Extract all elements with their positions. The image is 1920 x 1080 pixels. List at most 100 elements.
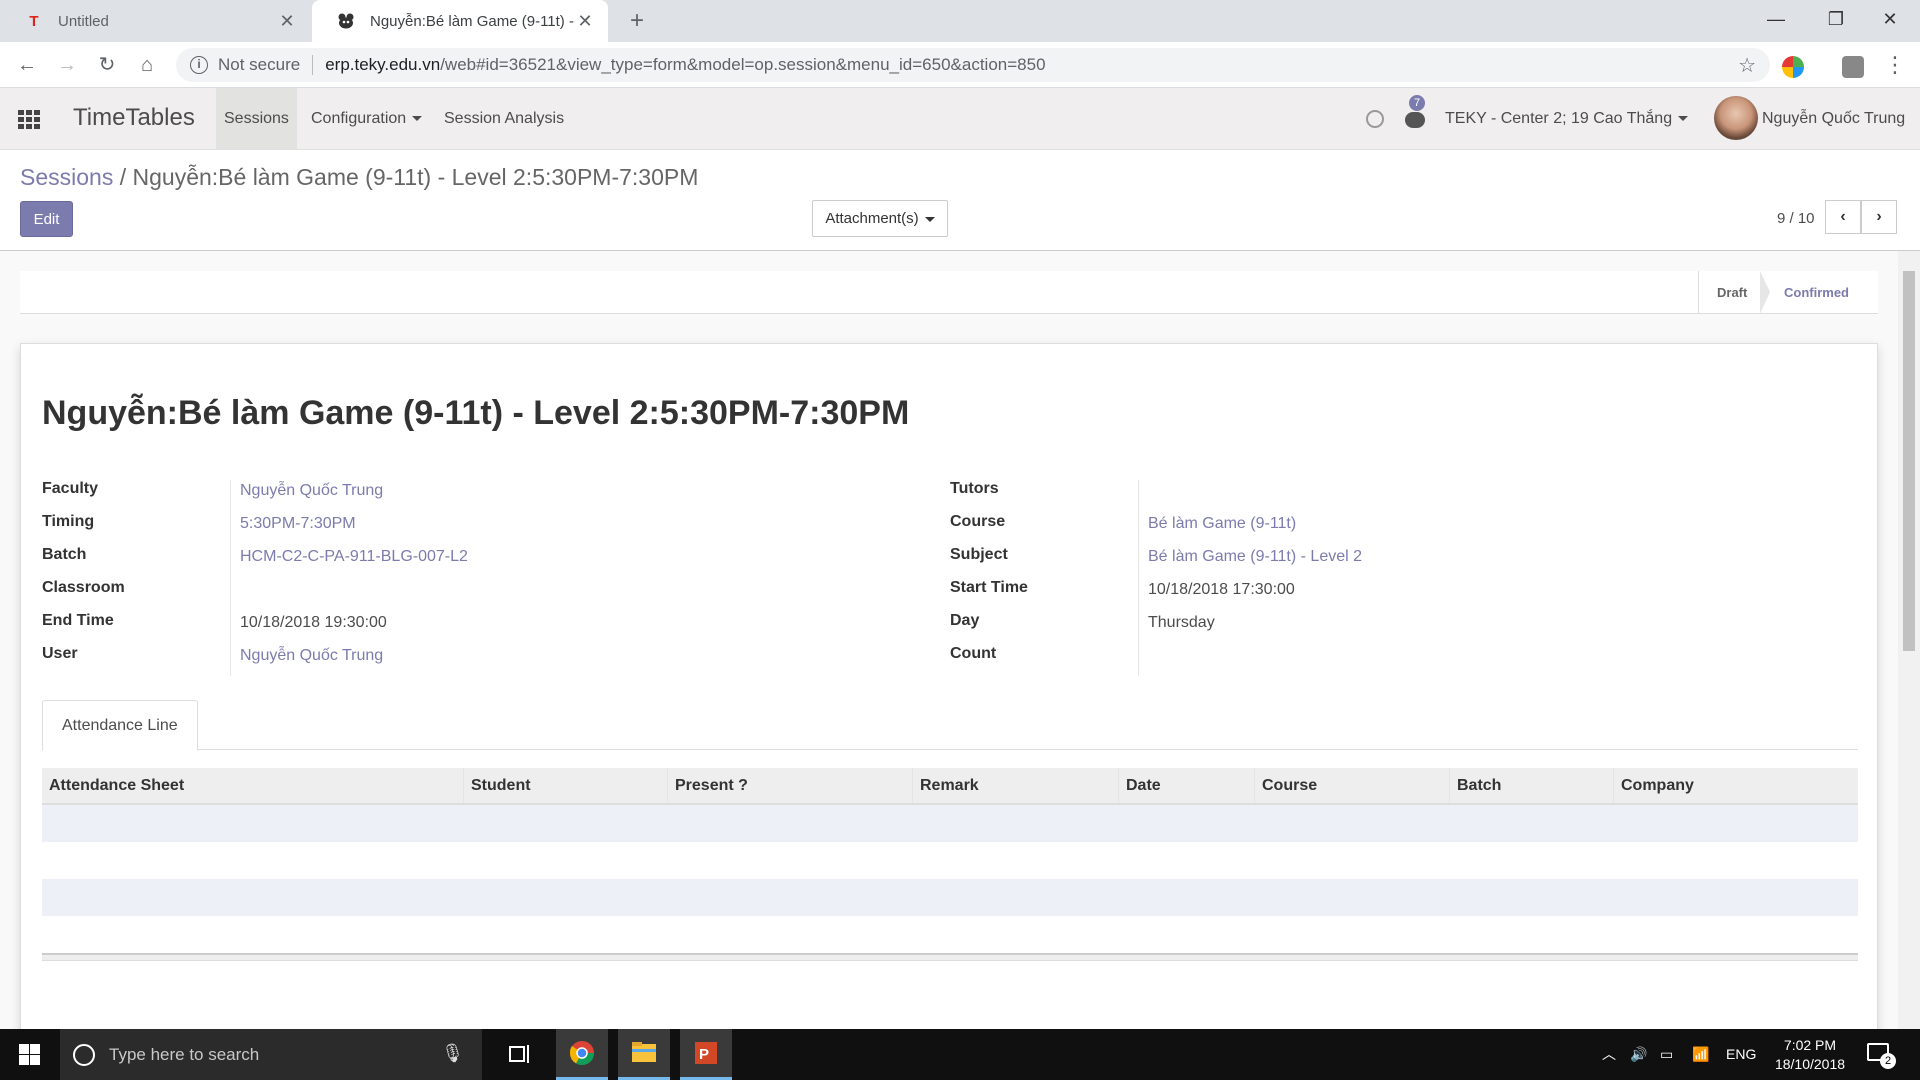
tab-attendance-line[interactable]: Attendance Line [42,700,198,751]
faculty-link[interactable]: Nguyễn Quốc Trung [240,482,383,500]
start-time-value: 10/18/2018 17:30:00 [1148,581,1295,598]
table-row [42,916,1858,953]
teky-favicon-icon: T [29,12,39,30]
browser-tab-session[interactable]: Nguyễn:Bé làm Game (9-11t) - Le ✕ [312,0,608,42]
odoo-navbar: TimeTables Sessions Configuration Sessio… [0,88,1920,150]
field-label: Faculty [42,480,99,497]
field-course: Course Bé làm Game (9-11t) [950,513,1850,546]
timing-link[interactable]: 5:30PM-7:30PM [240,515,356,533]
profile-extension-icon[interactable] [1842,56,1864,78]
info-icon[interactable]: i [190,56,208,74]
search-placeholder: Type here to search [109,1044,260,1064]
course-link[interactable]: Bé làm Game (9-11t) [1148,515,1296,533]
field-end-time: End Time 10/18/2018 19:30:00 [42,612,942,645]
powerpoint-icon[interactable]: P [680,1029,732,1080]
apps-grid-icon[interactable] [18,110,40,129]
end-time-value: 10/18/2018 19:30:00 [240,614,387,631]
breadcrumb-current: Nguyễn:Bé làm Game (9-11t) - Level 2:5:3… [132,164,699,190]
close-tab-icon[interactable]: ✕ [574,11,596,32]
column-company[interactable]: Company [1613,768,1858,803]
menu-dots-icon[interactable]: ⋮ [1880,50,1910,80]
column-batch[interactable]: Batch [1449,768,1613,803]
company-switcher[interactable]: TEKY - Center 2; 19 Cao Thắng [1445,88,1689,149]
column-remark[interactable]: Remark [912,768,1118,803]
tab-title: Untitled [58,12,109,30]
vertical-scrollbar[interactable] [1898,251,1920,1029]
user-name[interactable]: Nguyễn Quốc Trung [1762,88,1905,149]
breadcrumb-separator: / [119,164,127,190]
pager-value[interactable]: 9 / 10 [1777,210,1815,227]
bookmark-star-icon[interactable]: ☆ [1738,53,1756,78]
battery-icon[interactable]: ▭ [1660,1029,1673,1080]
table-header: Attendance Sheet Student Present ? Remar… [42,768,1858,805]
new-tab-icon[interactable]: + [622,6,652,36]
field-label: Batch [42,546,87,563]
field-user: User Nguyễn Quốc Trung [42,645,942,678]
message-count-badge: 7 [1409,95,1425,111]
menu-label: Configuration [311,110,407,127]
home-icon[interactable]: ⌂ [132,50,162,80]
file-explorer-icon[interactable] [618,1029,670,1080]
close-window-icon[interactable]: ✕ [1860,0,1920,42]
user-avatar[interactable] [1714,96,1758,140]
back-icon[interactable]: ← [12,50,42,80]
task-view-icon[interactable] [494,1029,546,1080]
table-row [42,842,1858,879]
activity-clock-icon[interactable] [1366,110,1384,128]
left-field-group: Faculty Nguyễn Quốc Trung Timing 5:30PM-7:… [42,480,942,678]
close-tab-icon[interactable]: ✕ [276,11,298,32]
column-attendance-sheet[interactable]: Attendance Sheet [42,768,463,803]
field-day: Day Thursday [950,612,1850,645]
extension-icon[interactable] [1782,56,1804,78]
field-label: User [42,645,78,662]
tray-chevron-icon[interactable]: ︿ [1602,1029,1616,1080]
network-icon[interactable]: 📶 [1692,1029,1709,1080]
address-bar[interactable]: i Not secure erp.teky.edu.vn /web#id=365… [176,48,1770,82]
field-batch: Batch HCM-C2-C-PA-911-BLG-007-L2 [42,546,942,579]
url-host: erp.teky.edu.vn [325,55,441,74]
column-student[interactable]: Student [463,768,667,803]
language-indicator[interactable]: ENG [1726,1029,1756,1080]
url-path: /web#id=36521&view_type=form&model=op.se… [440,55,1046,74]
odoo-favicon-icon [336,11,356,31]
stage-confirmed[interactable]: Confirmed [1766,271,1867,314]
browser-tab-untitled[interactable]: T Untitled ✕ [0,0,310,42]
scrollbar-thumb[interactable] [1903,271,1915,651]
reload-icon[interactable]: ↻ [92,50,122,80]
pager-previous-button[interactable]: ‹ [1825,200,1861,234]
microphone-icon[interactable]: 🎙 [441,1043,464,1064]
field-label: Count [950,645,997,662]
batch-link[interactable]: HCM-C2-C-PA-911-BLG-007-L2 [240,548,468,566]
restore-icon[interactable]: ❐ [1806,0,1866,42]
edit-button[interactable]: Edit [20,201,73,237]
right-field-group: Tutors Course Bé làm Game (9-11t) Subject… [950,480,1850,678]
breadcrumb-sessions-link[interactable]: Sessions [20,164,113,190]
pager-next-button[interactable]: › [1861,200,1897,234]
status-bar: Draft Confirmed [20,271,1878,314]
menu-sessions[interactable]: Sessions [216,88,297,149]
column-date[interactable]: Date [1118,768,1254,803]
form-sheet: Nguyễn:Bé làm Game (9-11t) - Level 2:5:3… [20,343,1878,1029]
column-present[interactable]: Present ? [667,768,912,803]
windows-start-icon[interactable] [19,1044,40,1065]
field-label: Course [950,513,1006,530]
volume-icon[interactable]: 🔊 [1630,1029,1647,1080]
breadcrumb: Sessions / Nguyễn:Bé làm Game (9-11t) - … [20,164,698,191]
menu-configuration[interactable]: Configuration [303,88,430,149]
field-tutors: Tutors [950,480,1850,513]
messages-icon[interactable] [1405,112,1425,128]
minimize-icon[interactable]: — [1746,0,1806,42]
subject-link[interactable]: Bé làm Game (9-11t) - Level 2 [1148,548,1362,566]
notification-count: 2 [1880,1053,1896,1069]
table-footer [42,953,1858,961]
stage-draft[interactable]: Draft [1698,271,1765,314]
forward-icon[interactable]: → [52,50,82,80]
menu-session-analysis[interactable]: Session Analysis [436,88,572,149]
user-link[interactable]: Nguyễn Quốc Trung [240,647,383,665]
attachments-dropdown[interactable]: Attachment(s) [812,200,948,237]
column-course[interactable]: Course [1254,768,1449,803]
attendance-table: Attendance Sheet Student Present ? Remar… [42,768,1858,961]
taskbar-search[interactable]: Type here to search 🎙 [60,1029,482,1080]
taskbar-clock[interactable]: 7:02 PM 18/10/2018 [1768,1036,1852,1074]
chrome-taskbar-icon[interactable] [556,1029,608,1080]
